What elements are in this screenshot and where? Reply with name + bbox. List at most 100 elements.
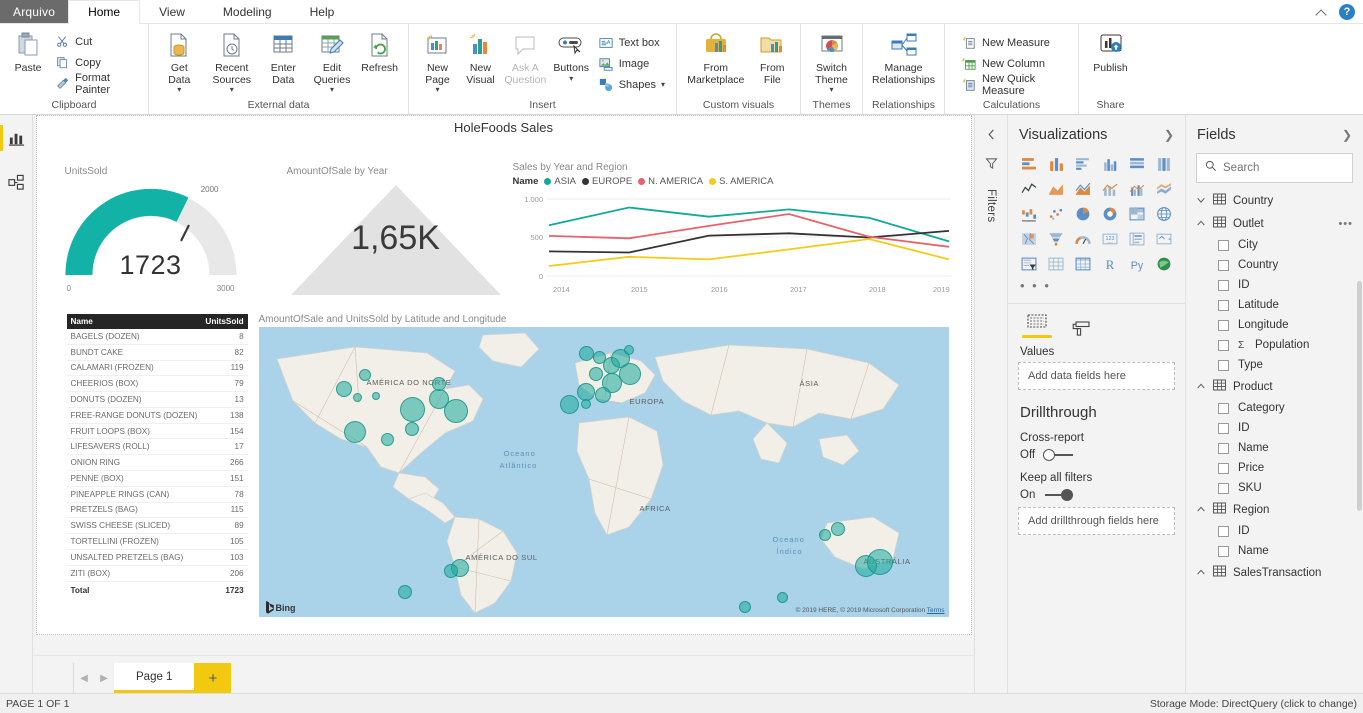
table-row[interactable]: FRUIT LOOPS (BOX)154 xyxy=(67,423,248,439)
ribbon-tab-home[interactable]: Home xyxy=(68,0,140,23)
text-box-button[interactable]: A Text box xyxy=(594,32,669,53)
chevron-down-icon[interactable]: ▾ xyxy=(177,86,181,94)
python-visual-icon[interactable]: Py xyxy=(1124,253,1150,275)
chevron-up-icon[interactable] xyxy=(1196,381,1206,393)
table-row[interactable]: DONUTS (DOZEN)13 xyxy=(67,392,248,408)
table-row[interactable]: BAGELS (DOZEN)8 xyxy=(67,329,248,344)
line-stacked-column-chart-icon[interactable] xyxy=(1097,178,1123,200)
funnel-icon[interactable] xyxy=(1043,228,1069,250)
cross-report-toggle-row[interactable]: Off xyxy=(1008,446,1185,467)
fields-table-product[interactable]: Product xyxy=(1186,375,1363,398)
table-row[interactable]: ONION RING266 xyxy=(67,455,248,471)
field-checkbox[interactable] xyxy=(1218,360,1229,371)
map-bubble[interactable] xyxy=(381,433,394,446)
fields-scrollbar[interactable] xyxy=(1357,281,1362,511)
more-visuals-icon[interactable]: • • • xyxy=(1008,277,1185,301)
ribbon-tab-modeling[interactable]: Modeling xyxy=(204,0,291,23)
report-canvas[interactable]: HoleFoods Sales UnitsSold 1723 0 xyxy=(36,115,972,635)
chevron-down-icon[interactable]: ▾ xyxy=(330,86,334,94)
legend-item-n-america[interactable]: N. AMERICA xyxy=(638,176,703,187)
field-category[interactable]: Category xyxy=(1186,398,1363,418)
r-script-visual-icon[interactable]: R xyxy=(1097,253,1123,275)
map-bubble[interactable] xyxy=(624,345,634,355)
image-button[interactable]: Image xyxy=(594,53,669,74)
column-header-name[interactable]: Name xyxy=(67,314,202,329)
field-checkbox[interactable] xyxy=(1218,340,1229,351)
table-row[interactable]: CALAMARI (FROZEN)119 xyxy=(67,360,248,376)
ribbon-tab-help[interactable]: Help xyxy=(291,0,354,23)
paste-button[interactable]: Paste xyxy=(7,28,49,77)
field-id[interactable]: ID xyxy=(1186,418,1363,438)
buttons-button[interactable]: Buttons ▾ xyxy=(550,28,593,85)
page-next-icon[interactable]: ▶ xyxy=(98,673,110,684)
filters-pane-collapsed[interactable]: Filters xyxy=(974,115,1007,693)
map-bubble[interactable] xyxy=(819,529,831,541)
field-type[interactable]: Type xyxy=(1186,355,1363,375)
page-tab-page-1[interactable]: Page 1 xyxy=(114,663,194,693)
field-checkbox[interactable] xyxy=(1218,463,1229,474)
card-icon[interactable]: 123card xyxy=(1097,228,1123,250)
filled-map-icon[interactable] xyxy=(1016,228,1042,250)
drillthrough-dropzone[interactable]: Add drillthrough fields here xyxy=(1018,507,1175,535)
map-bubble[interactable] xyxy=(444,564,458,578)
legend-item-s-america[interactable]: S. AMERICA xyxy=(709,176,773,187)
funnel-icon[interactable] xyxy=(985,157,998,175)
storage-mode-status[interactable]: Storage Mode: DirectQuery (click to chan… xyxy=(1150,698,1357,710)
arcgis-maps-icon[interactable] xyxy=(1151,253,1177,275)
kpi-icon[interactable]: ▲▼ xyxy=(1151,228,1177,250)
table-icon[interactable] xyxy=(1043,253,1069,275)
line-chart-icon[interactable] xyxy=(1016,178,1042,200)
field-checkbox[interactable] xyxy=(1218,300,1229,311)
table-row[interactable]: FREE-RANGE DONUTS (DOZEN)138 xyxy=(67,407,248,423)
cut-button[interactable]: Cut xyxy=(50,31,141,52)
table-row[interactable]: ZITI (BOX)206 xyxy=(67,565,248,581)
field-checkbox[interactable] xyxy=(1218,320,1229,331)
format-painter-button[interactable]: Format Painter xyxy=(50,73,141,94)
cross-report-toggle[interactable] xyxy=(1043,449,1073,461)
shapes-button[interactable]: Shapes ▾ xyxy=(594,74,669,95)
copy-button[interactable]: Copy xyxy=(50,52,141,73)
fields-table-salestransaction[interactable]: SalesTransaction xyxy=(1186,561,1363,584)
help-icon[interactable]: ? xyxy=(1339,4,1355,20)
donut-chart-icon[interactable] xyxy=(1097,203,1123,225)
stacked-area-chart-icon[interactable] xyxy=(1070,178,1096,200)
fields-tree[interactable]: CountryOutlet•••CityCountryIDLatitudeLon… xyxy=(1186,189,1363,693)
field-latitude[interactable]: Latitude xyxy=(1186,295,1363,315)
sidebar-item-report-view[interactable] xyxy=(3,125,29,151)
chevron-down-icon[interactable]: ▾ xyxy=(661,81,665,89)
filters-collapse-icon[interactable] xyxy=(986,127,997,145)
fields-search-box[interactable] xyxy=(1196,153,1353,183)
map-visual[interactable]: AmountOfSale and UnitsSold by Latitude a… xyxy=(259,314,949,617)
clustered-bar-chart-icon[interactable] xyxy=(1070,153,1096,175)
map-bubble[interactable] xyxy=(344,421,366,443)
units-sold-table[interactable]: Name UnitsSold BAGELS (DOZEN)8BUNDT CAKE… xyxy=(67,314,248,597)
field-id[interactable]: ID xyxy=(1186,521,1363,541)
field-longitude[interactable]: Longitude xyxy=(1186,315,1363,335)
100-stacked-bar-chart-icon[interactable] xyxy=(1124,153,1150,175)
new-measure-button[interactable]: New Measure xyxy=(957,32,1071,53)
table-row[interactable]: PRETZELS (BAG)115 xyxy=(67,502,248,518)
keep-all-filters-toggle[interactable] xyxy=(1043,489,1073,501)
map-bubble[interactable] xyxy=(353,393,362,402)
search-input[interactable] xyxy=(1223,162,1344,174)
manage-relationships-button[interactable]: Manage Relationships xyxy=(870,28,937,88)
stacked-bar-chart-icon[interactable] xyxy=(1016,153,1042,175)
file-menu-tab[interactable]: Arquivo xyxy=(0,0,68,23)
add-page-button[interactable]: + xyxy=(194,663,231,693)
line-chart-visual[interactable]: Sales by Year and Region Name ASIA EUROP… xyxy=(513,162,953,312)
map-bubble[interactable] xyxy=(372,392,380,400)
gauge-icon[interactable] xyxy=(1070,228,1096,250)
chevron-up-icon[interactable] xyxy=(1196,567,1206,579)
keep-all-filters-toggle-row[interactable]: On xyxy=(1008,486,1185,507)
new-page-button[interactable]: New Page ▾ xyxy=(416,28,459,96)
field-population[interactable]: ΣPopulation xyxy=(1186,335,1363,355)
map-body[interactable]: AMÉRICA DO NORTE AMÉRICA DO SUL EUROPA Á… xyxy=(259,327,949,617)
map-bubble[interactable] xyxy=(560,395,579,414)
pie-chart-icon[interactable] xyxy=(1070,203,1096,225)
table-row[interactable]: TORTELLINI (FROZEN)105 xyxy=(67,534,248,550)
refresh-button[interactable]: Refresh xyxy=(358,28,401,77)
map-bubble[interactable] xyxy=(739,601,751,613)
field-checkbox[interactable] xyxy=(1218,403,1229,414)
slicer-icon[interactable] xyxy=(1016,253,1042,275)
scatter-chart-icon[interactable] xyxy=(1043,203,1069,225)
